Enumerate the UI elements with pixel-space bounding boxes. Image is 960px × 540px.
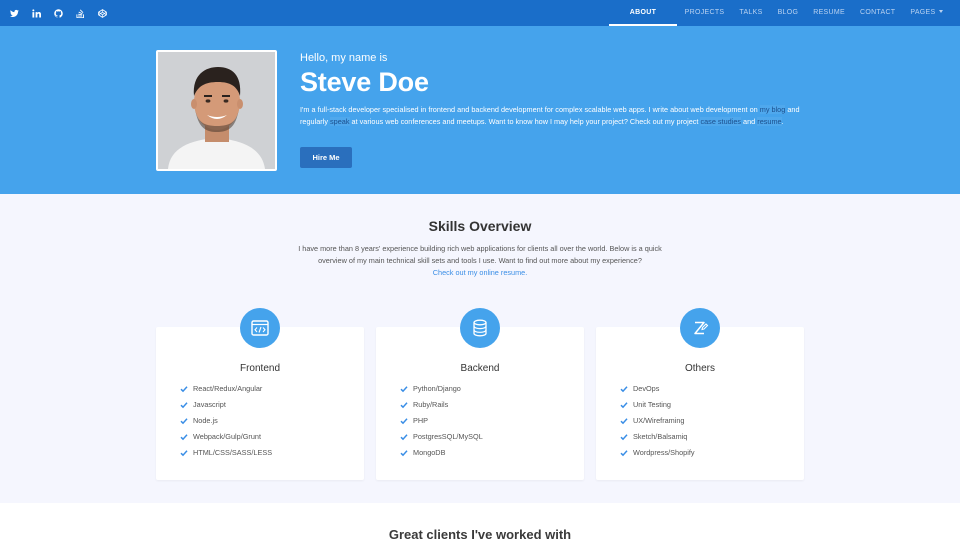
list-item: Ruby/Rails	[400, 399, 483, 415]
skill-label: Webpack/Gulp/Grunt	[193, 432, 262, 441]
list-item: Sketch/Balsamiq	[620, 431, 695, 447]
skill-list: Python/Django Ruby/Rails PHP PostgresSQL…	[400, 383, 483, 463]
nav-about[interactable]: ABOUT	[608, 0, 678, 26]
nav-contact[interactable]: CONTACT	[852, 0, 902, 26]
list-item: HTML/CSS/SASS/LESS	[180, 447, 272, 463]
skill-label: Wordpress/Shopify	[633, 448, 695, 457]
hero-name: Steve Doe	[300, 67, 429, 97]
list-item: Node.js	[180, 415, 272, 431]
stackoverflow-icon[interactable]	[76, 9, 85, 18]
skill-label: PostgresSQL/MySQL	[413, 432, 483, 441]
skill-list: React/Redux/Angular Javascript Node.js W…	[180, 383, 272, 463]
nav-resume[interactable]: RESUME	[806, 0, 853, 26]
database-icon	[460, 308, 500, 348]
top-navbar: ABOUT PROJECTS TALKS BLOG RESUME CONTACT…	[0, 0, 960, 26]
resume-link[interactable]: resume	[757, 117, 782, 126]
skill-card-frontend: Frontend React/Redux/Angular Javascript …	[156, 308, 364, 480]
hero-section: Hello, my name is Steve Doe I'm a full-s…	[0, 26, 960, 194]
list-item: UX/Wireframing	[620, 415, 695, 431]
main-nav: ABOUT PROJECTS TALKS BLOG RESUME CONTACT…	[608, 0, 950, 26]
skills-title: Skills Overview	[428, 218, 532, 234]
twitter-icon[interactable]	[10, 9, 19, 18]
check-icon	[400, 402, 408, 409]
bio-text-3: at various web conferences and meetups. …	[349, 117, 701, 126]
bio-text-4: and	[741, 117, 758, 126]
nav-talks[interactable]: TALKS	[732, 0, 770, 26]
list-item: React/Redux/Angular	[180, 383, 272, 399]
linkedin-icon[interactable]	[32, 8, 41, 18]
pen-zigzag-icon	[680, 308, 720, 348]
skills-intro: I have more than 8 years' experience bui…	[285, 243, 675, 279]
list-item: Wordpress/Shopify	[620, 447, 695, 463]
list-item: Javascript	[180, 399, 272, 415]
list-item: Unit Testing	[620, 399, 695, 415]
list-item: PostgresSQL/MySQL	[400, 431, 483, 447]
skill-label: Node.js	[193, 416, 218, 425]
skill-card-backend: Backend Python/Django Ruby/Rails PHP Pos…	[376, 308, 584, 480]
list-item: Webpack/Gulp/Grunt	[180, 431, 272, 447]
nav-pages-dropdown[interactable]: PAGES	[903, 0, 950, 26]
github-icon[interactable]	[54, 8, 63, 18]
hero-greeting: Hello, my name is	[300, 52, 388, 64]
skill-label: DevOps	[633, 384, 660, 393]
card-title: Others	[684, 363, 715, 374]
check-icon	[180, 450, 188, 457]
check-icon	[400, 418, 408, 425]
nav-blog[interactable]: BLOG	[770, 0, 806, 26]
social-links	[10, 0, 107, 26]
list-item: PHP	[400, 415, 483, 431]
skill-label: Unit Testing	[633, 400, 671, 409]
skill-label: HTML/CSS/SASS/LESS	[193, 448, 273, 457]
nav-projects[interactable]: PROJECTS	[677, 0, 732, 26]
nav-pages-label: PAGES	[910, 9, 936, 16]
case-studies-link[interactable]: case studies	[700, 117, 742, 126]
check-icon	[180, 434, 188, 441]
hire-me-button[interactable]: Hire Me	[300, 147, 352, 168]
list-item: DevOps	[620, 383, 695, 399]
avatar	[156, 50, 277, 171]
hero-bio: I'm a full-stack developer specialised i…	[300, 104, 805, 128]
skill-label: Ruby/Rails	[413, 400, 449, 409]
browser-code-icon	[240, 308, 280, 348]
blog-link[interactable]: my blog	[759, 105, 786, 114]
hero-text: Hello, my name is Steve Doe I'm a full-s…	[300, 52, 805, 128]
online-resume-link[interactable]: Check out my online resume.	[433, 268, 528, 277]
skill-label: Sketch/Balsamiq	[633, 432, 688, 441]
skills-intro-text: I have more than 8 years' experience bui…	[298, 244, 662, 265]
clients-title: Great clients I've worked with	[388, 527, 572, 540]
card-title: Frontend	[239, 363, 281, 374]
skill-label: Python/Django	[413, 384, 461, 393]
chevron-down-icon	[938, 9, 943, 13]
check-icon	[620, 402, 628, 409]
list-item: Python/Django	[400, 383, 483, 399]
bio-text-5: .	[781, 117, 784, 126]
skill-label: UX/Wireframing	[633, 416, 685, 425]
check-icon	[620, 386, 628, 393]
check-icon	[620, 418, 628, 425]
skill-label: Javascript	[193, 400, 226, 409]
codepen-icon[interactable]	[98, 8, 107, 18]
check-icon	[180, 386, 188, 393]
check-icon	[400, 434, 408, 441]
skill-label: MongoDB	[413, 448, 446, 457]
check-icon	[180, 402, 188, 409]
card-title: Backend	[460, 363, 500, 374]
speak-link[interactable]: speak	[330, 117, 350, 126]
check-icon	[180, 418, 188, 425]
check-icon	[620, 434, 628, 441]
list-item: MongoDB	[400, 447, 483, 463]
check-icon	[620, 450, 628, 457]
bio-text-1: I'm a full-stack developer specialised i…	[300, 105, 760, 114]
check-icon	[400, 386, 408, 393]
check-icon	[400, 450, 408, 457]
skill-label: React/Redux/Angular	[193, 384, 263, 393]
skill-label: PHP	[413, 416, 429, 425]
skill-list: DevOps Unit Testing UX/Wireframing Sketc…	[620, 383, 695, 463]
skill-card-others: Others DevOps Unit Testing UX/Wireframin…	[596, 308, 804, 480]
